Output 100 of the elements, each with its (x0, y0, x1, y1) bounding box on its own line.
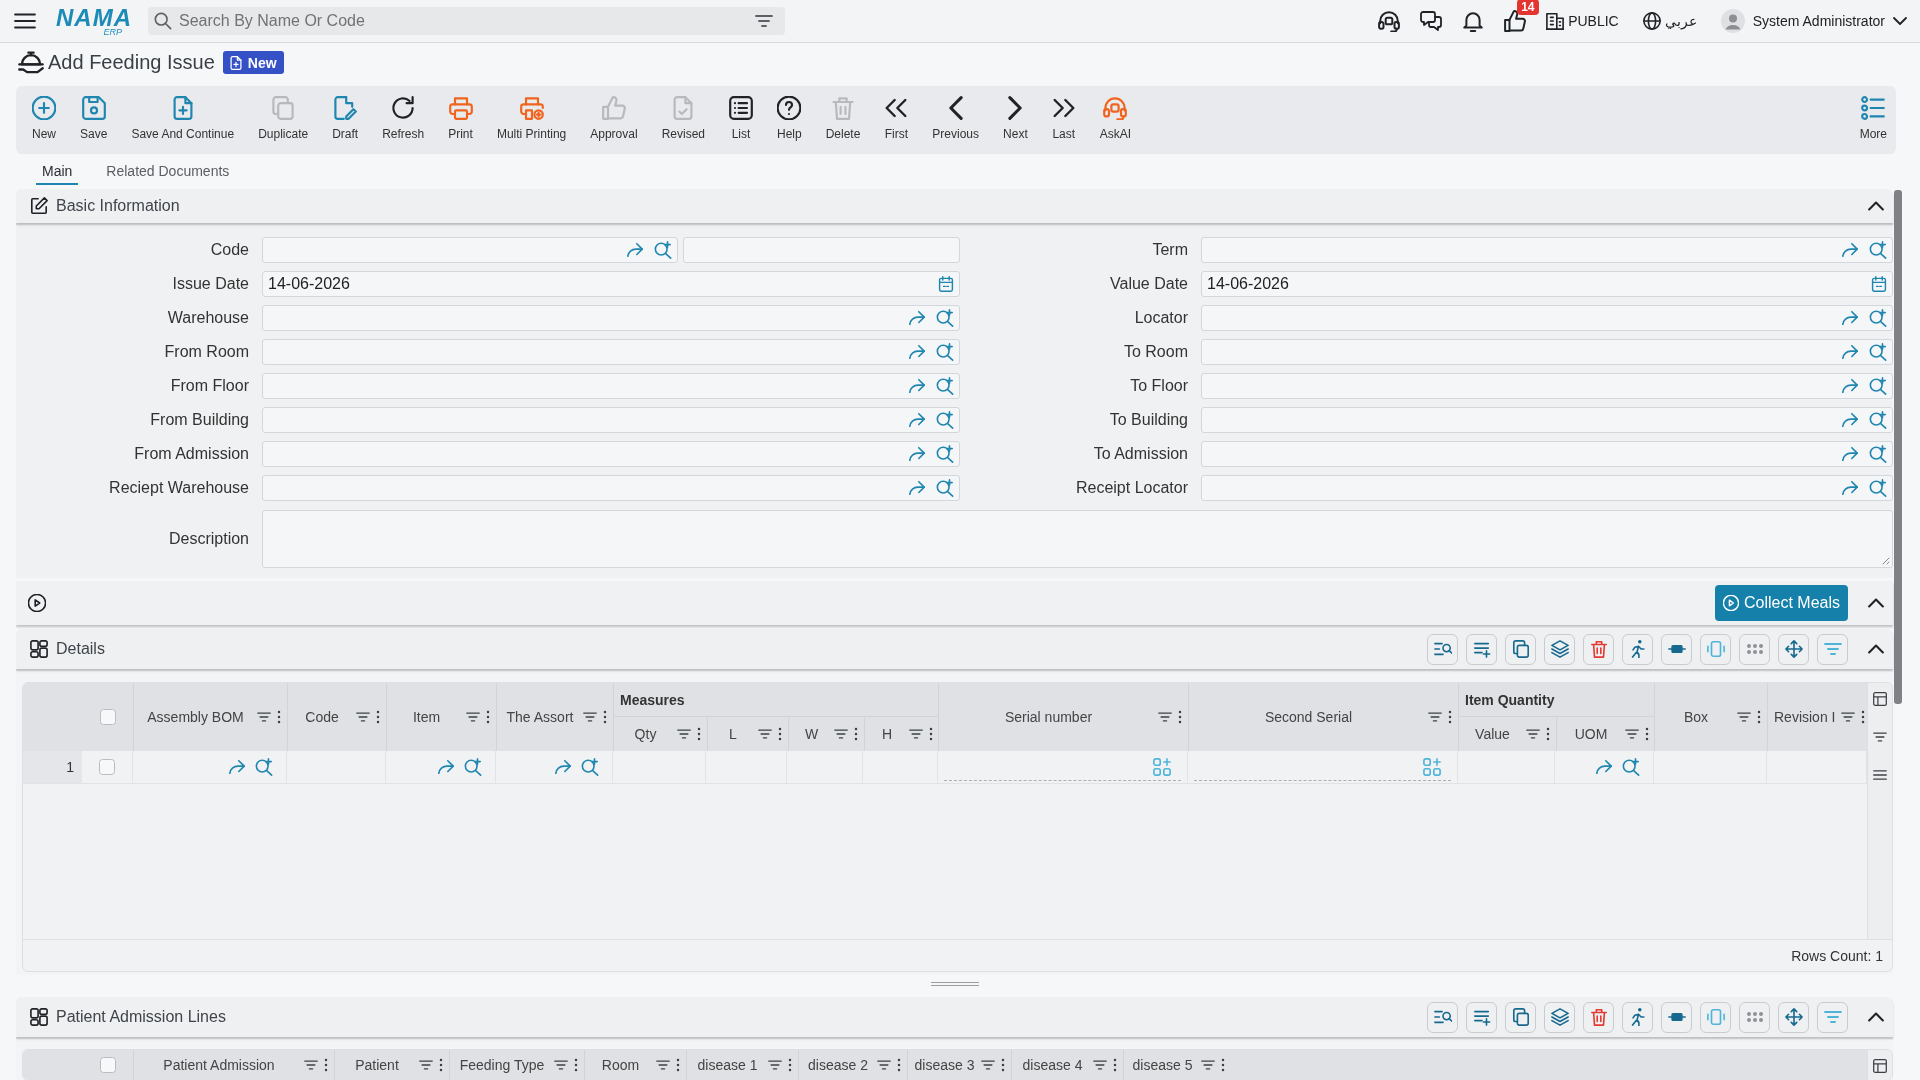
column-header[interactable]: disease 1 (693, 1057, 762, 1073)
share-arrow-icon[interactable] (1841, 343, 1859, 361)
share-arrow-icon[interactable] (908, 377, 926, 395)
filter-icon[interactable] (909, 727, 923, 741)
share-arrow-icon[interactable] (1595, 758, 1613, 776)
share-arrow-icon[interactable] (228, 758, 246, 776)
column-header[interactable]: disease 2 (805, 1057, 871, 1073)
search-plus-icon[interactable] (581, 758, 599, 776)
kebab-menu-icon[interactable] (439, 1058, 443, 1072)
grid-tool-button[interactable] (1466, 633, 1497, 665)
search-plus-icon[interactable] (936, 479, 954, 497)
toolbar-button[interactable]: First (884, 86, 909, 154)
toolbar-button[interactable]: Save And Continue (131, 86, 235, 154)
tab[interactable]: Related Documents (100, 154, 236, 185)
search-plus-icon[interactable] (936, 445, 954, 463)
kebab-menu-icon[interactable] (854, 727, 858, 741)
grid-tool-button[interactable] (1661, 1001, 1692, 1033)
filter-icon[interactable] (466, 710, 480, 724)
grid-tool-button[interactable] (1583, 633, 1614, 665)
share-arrow-icon[interactable] (1841, 479, 1859, 497)
toolbar-button[interactable]: Multi Printing (496, 86, 567, 154)
grid-tool-button[interactable] (1739, 633, 1770, 665)
column-header[interactable]: Room (591, 1057, 650, 1073)
kebab-menu-icon[interactable] (778, 727, 782, 741)
column-header[interactable]: Serial number (945, 709, 1152, 725)
kebab-menu-icon[interactable] (486, 710, 490, 724)
filter-icon[interactable] (1526, 727, 1540, 741)
input-field[interactable] (683, 237, 960, 263)
filter-icon[interactable] (1428, 710, 1442, 724)
toolbar-button[interactable]: List (729, 86, 753, 154)
lookup-field[interactable] (1201, 475, 1893, 501)
toolbar-button[interactable]: More (1859, 86, 1887, 154)
filter-icon[interactable] (677, 727, 691, 741)
headset-icon[interactable] (1378, 10, 1401, 32)
toolbar-button[interactable]: Draft (332, 86, 359, 154)
kebab-menu-icon[interactable] (1113, 1058, 1117, 1072)
lookup-field[interactable] (1201, 305, 1893, 331)
kebab-menu-icon[interactable] (697, 727, 701, 741)
filter-icon[interactable] (981, 1058, 995, 1072)
filter-icon[interactable] (257, 710, 271, 724)
search-plus-icon[interactable] (1869, 377, 1887, 395)
bell-icon[interactable] (1462, 10, 1485, 32)
share-arrow-icon[interactable] (908, 343, 926, 361)
kebab-menu-icon[interactable] (603, 710, 607, 724)
search-plus-icon[interactable] (936, 343, 954, 361)
search-plus-icon[interactable] (1622, 758, 1640, 776)
share-arrow-icon[interactable] (908, 479, 926, 497)
kebab-menu-icon[interactable] (1221, 1058, 1225, 1072)
column-header[interactable]: Patient (341, 1057, 413, 1073)
filter-icon[interactable] (1873, 730, 1887, 744)
lookup-field[interactable] (1201, 339, 1893, 365)
lookup-field[interactable] (262, 237, 678, 263)
search-plus-icon[interactable] (936, 377, 954, 395)
date-field[interactable]: 14-06-2026 (1201, 271, 1893, 297)
search-plus-icon[interactable] (1869, 343, 1887, 361)
share-arrow-icon[interactable] (437, 758, 455, 776)
column-header[interactable]: Second Serial (1195, 709, 1422, 725)
grid-tool-button[interactable] (1739, 1001, 1770, 1033)
chat-icon[interactable] (1420, 10, 1443, 32)
share-arrow-icon[interactable] (1841, 377, 1859, 395)
kebab-menu-icon[interactable] (1178, 710, 1182, 724)
filter-icon[interactable] (1841, 710, 1856, 724)
lookup-field[interactable] (262, 441, 960, 467)
toolbar-button[interactable]: AskAI (1099, 86, 1132, 154)
search-plus-icon[interactable] (1869, 479, 1887, 497)
action-button[interactable]: Collect Meals (1714, 585, 1848, 621)
toolbar-button[interactable]: Print (448, 86, 473, 154)
filter-icon[interactable] (656, 1058, 670, 1072)
filter-icon[interactable] (356, 710, 370, 724)
lookup-field[interactable] (1201, 407, 1893, 433)
kebab-menu-icon[interactable] (1448, 710, 1452, 724)
filter-icon[interactable] (1093, 1058, 1107, 1072)
grid-tool-button[interactable] (1778, 1001, 1809, 1033)
grid-tool-button[interactable] (1622, 633, 1653, 665)
search-plus-icon[interactable] (654, 241, 672, 259)
resize-grip-icon[interactable] (1882, 557, 1890, 565)
kebab-menu-icon[interactable] (788, 1058, 792, 1072)
grid-tool-button[interactable] (1661, 633, 1692, 665)
filter-icon[interactable] (758, 727, 772, 741)
filter-icon[interactable] (419, 1058, 433, 1072)
thumbs-up-icon[interactable] (1504, 10, 1527, 32)
lookup-field[interactable] (262, 339, 960, 365)
kebab-menu-icon[interactable] (1546, 727, 1550, 741)
lookup-field[interactable] (262, 305, 960, 331)
filter-icon[interactable] (755, 12, 773, 30)
kebab-menu-icon[interactable] (897, 1058, 901, 1072)
search-plus-icon[interactable] (936, 411, 954, 429)
checkbox[interactable] (99, 759, 115, 775)
share-arrow-icon[interactable] (1841, 241, 1859, 259)
grid-tool-button[interactable] (1427, 633, 1458, 665)
grid-tool-button[interactable] (1466, 1001, 1497, 1033)
filter-icon[interactable] (768, 1058, 782, 1072)
lookup-field[interactable] (1201, 441, 1893, 467)
branch-selector[interactable]: PUBLIC (1546, 12, 1619, 30)
kebab-menu-icon[interactable] (1861, 710, 1866, 724)
filter-icon[interactable] (1737, 710, 1751, 724)
share-arrow-icon[interactable] (626, 241, 644, 259)
share-arrow-icon[interactable] (908, 309, 926, 327)
search-plus-icon[interactable] (255, 758, 273, 776)
column-header[interactable]: The Assort (503, 709, 577, 725)
